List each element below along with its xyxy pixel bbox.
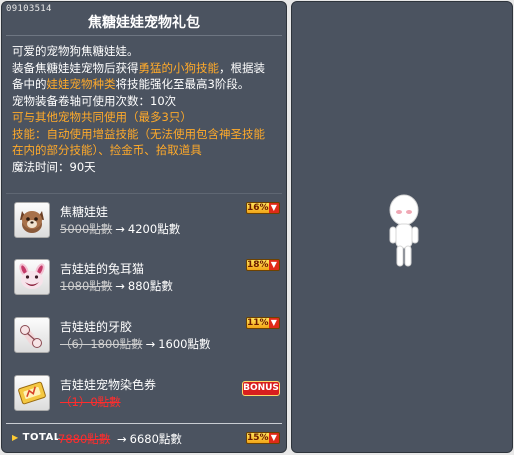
- desc-line: 魔法时间：90天: [12, 159, 96, 174]
- item-price: （6）1800點數 → 1600點數: [60, 337, 211, 351]
- desc-line: 备中的娃娃宠物种类将技能强化至最高3阶段。: [12, 77, 250, 91]
- discount-badge: 15% ▼: [246, 432, 280, 444]
- package-description: 可爱的宠物狗焦糖娃娃。 装备焦糖娃娃宠物后获得勇猛的小狗技能，根据装 备中的娃娃…: [12, 43, 284, 175]
- item-name: 吉娃娃的兔耳猫: [60, 262, 145, 276]
- package-title: 焦糖娃娃宠物礼包: [88, 15, 200, 31]
- package-info-panel: 09103514 焦糖娃娃宠物礼包 可爱的宠物狗焦糖娃娃。 装备焦糖娃娃宠物后获…: [1, 1, 287, 453]
- down-arrow-icon: ▼: [268, 433, 279, 443]
- down-arrow-icon: ▼: [268, 203, 279, 213]
- desc-line: 可爱的宠物狗焦糖娃娃。: [12, 44, 139, 58]
- down-arrow-icon: ▼: [268, 260, 279, 270]
- item-name: 吉娃娃的牙胶: [60, 320, 133, 334]
- total-old-price: 7880點數: [58, 432, 111, 446]
- character-figure: [384, 190, 424, 274]
- desc-line: 可与其他宠物共同使用（最多3只）: [12, 110, 192, 124]
- package-item[interactable]: 吉娃娃的牙胶 （6）1800點數 → 1600點數 11% ▼: [12, 315, 282, 355]
- bonus-badge: BONUS: [242, 381, 280, 396]
- bunny-ear-cat-icon: [14, 259, 50, 295]
- package-item[interactable]: 焦糖娃娃 5000點數 → 4200點數 16% ▼: [12, 200, 282, 240]
- teething-toy-icon: [14, 317, 50, 353]
- item-name: 吉娃娃宠物染色券: [60, 378, 157, 392]
- item-price: 1080點數 → 880點數: [60, 279, 173, 293]
- item-name: 焦糖娃娃: [60, 205, 109, 219]
- package-item[interactable]: 吉娃娃宠物染色券 （1）0點數 BONUS: [12, 373, 282, 413]
- item-price: （1）0點數: [60, 395, 121, 409]
- triangle-bullet-icon: ▶: [12, 433, 19, 442]
- package-item[interactable]: 吉娃娃的兔耳猫 1080點數 → 880點數 18% ▼: [12, 257, 282, 297]
- header-divider: [6, 35, 282, 36]
- total-bar: ▶ TOTAL 7880點數 → 6680點數 15% ▼: [6, 423, 282, 451]
- discount-badge: 16% ▼: [246, 202, 280, 214]
- desc-line: 在内的部分技能）、捡金币、拾取道具: [12, 143, 202, 157]
- total-label: ▶ TOTAL: [12, 432, 61, 443]
- character-preview-panel: [291, 1, 513, 453]
- list-divider: [6, 193, 282, 194]
- desc-line: 宠物装备卷轴可使用次数：10次: [12, 93, 177, 108]
- discount-badge: 18% ▼: [246, 259, 280, 271]
- total-new-price: → 6680點數: [117, 432, 182, 446]
- pet-dye-coupon-icon: [14, 375, 50, 411]
- caramel-doll-pet-icon: [14, 202, 50, 238]
- down-arrow-icon: ▼: [268, 318, 279, 328]
- discount-badge: 11% ▼: [246, 317, 280, 329]
- desc-line: 装备焦糖娃娃宠物后获得勇猛的小狗技能，根据装: [12, 60, 265, 75]
- desc-line: 技能：自动使用增益技能（无法使用包含神圣技能: [12, 126, 265, 141]
- item-price: 5000點數 → 4200點數: [60, 222, 181, 236]
